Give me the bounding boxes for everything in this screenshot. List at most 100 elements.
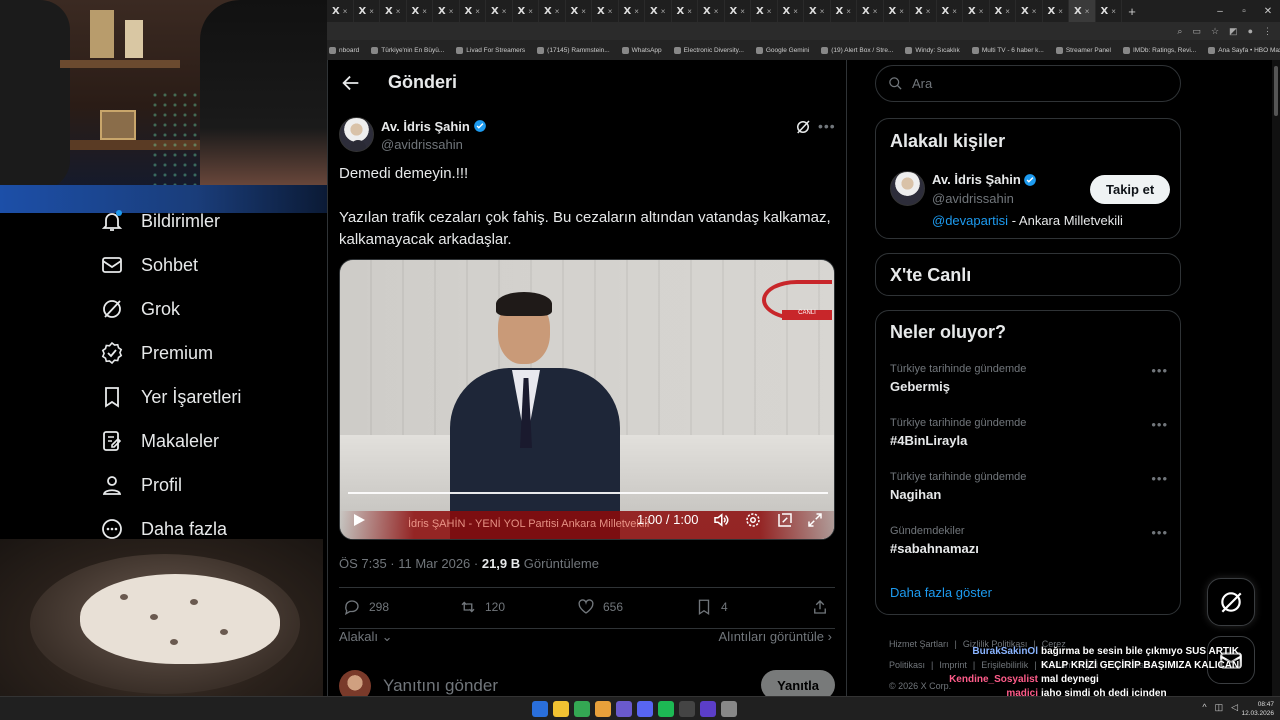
settings-gear-icon[interactable] (744, 511, 762, 529)
close-tab-icon[interactable]: × (528, 7, 533, 16)
chevron-up-icon[interactable]: ^ (1202, 702, 1206, 713)
browser-tab[interactable]: X × (380, 0, 407, 22)
reply-submit-button[interactable]: Yanıtla (761, 670, 835, 696)
browser-tab[interactable]: X × (460, 0, 486, 22)
browser-tab[interactable]: X × (1016, 0, 1043, 22)
browser-tab[interactable]: X × (566, 0, 592, 22)
live-card[interactable]: X'te Canlı (875, 253, 1181, 296)
browser-tab[interactable]: X × (513, 0, 539, 22)
grok-icon[interactable] (794, 118, 812, 136)
sidebar-item-notifications[interactable]: Bildirimler (100, 206, 220, 236)
extension-icon[interactable]: ◩ (1229, 26, 1238, 37)
streaming-app-icon[interactable] (700, 701, 716, 717)
trend-item[interactable]: Türkiye tarihinde gündemde Gebermiş ••• (890, 363, 1168, 394)
close-tab-icon[interactable]: × (343, 7, 348, 16)
more-options-icon[interactable]: ••• (1151, 471, 1168, 486)
bookmark-item[interactable]: Multi TV - 6 haber k... (971, 46, 1044, 54)
close-tab-icon[interactable]: × (926, 7, 931, 16)
close-tab-icon[interactable]: × (608, 7, 613, 16)
browser-tab[interactable]: X × (354, 0, 380, 22)
close-tab-icon[interactable]: × (396, 7, 401, 16)
browser-menu-icon[interactable]: ⋮ (1263, 26, 1272, 37)
browser-tab[interactable]: X × (539, 0, 566, 22)
close-tab-icon[interactable]: × (475, 7, 480, 16)
browser-tab[interactable]: X × (937, 0, 963, 22)
close-tab-icon[interactable]: × (502, 7, 507, 16)
close-tab-icon[interactable]: × (1058, 7, 1063, 16)
trend-item[interactable]: Türkiye tarihinde gündemde Nagihan ••• (890, 471, 1168, 502)
browser-tab[interactable]: X × (910, 0, 937, 22)
browser-tab[interactable]: X × (1096, 0, 1122, 22)
close-tab-icon[interactable]: × (1005, 7, 1010, 16)
close-tab-icon[interactable]: × (820, 7, 825, 16)
sidebar-item-chat[interactable]: Sohbet (100, 250, 198, 280)
bookmark-item[interactable]: Streamer Panel (1055, 46, 1111, 54)
app-icon[interactable] (595, 701, 611, 717)
system-clock[interactable]: 08:47 12.03.2026 (1241, 700, 1274, 718)
close-tab-icon[interactable]: × (449, 7, 454, 16)
close-tab-icon[interactable]: × (1111, 7, 1116, 16)
app-icon[interactable] (721, 701, 737, 717)
bookmark-item[interactable]: Ana Sayfa • HBO Max (1208, 46, 1280, 54)
more-options-icon[interactable]: ••• (1151, 525, 1168, 540)
more-options-icon[interactable]: ••• (818, 118, 836, 134)
bookmark-item[interactable]: Livad For Streamers (456, 46, 525, 54)
bookmark-item[interactable]: (17145) Rammstein... (537, 46, 610, 54)
browser-tab[interactable]: X × (831, 0, 857, 22)
steam-icon[interactable] (616, 701, 632, 717)
browser-tab[interactable]: X × (619, 0, 645, 22)
browser-tab[interactable]: X × (751, 0, 778, 22)
browser-tab[interactable]: X × (990, 0, 1016, 22)
reply-button[interactable]: 298 (343, 598, 389, 616)
browser-tab[interactable]: X × (698, 0, 725, 22)
close-tab-icon[interactable]: × (714, 7, 719, 16)
close-tab-icon[interactable]: × (1085, 7, 1090, 16)
browser-tab[interactable]: X × (433, 0, 460, 22)
related-avatar[interactable] (890, 171, 925, 206)
network-icon[interactable]: ◫ (1215, 702, 1224, 713)
file-explorer-icon[interactable] (574, 701, 590, 717)
sidebar-item-premium[interactable]: Premium (100, 338, 213, 368)
close-tab-icon[interactable]: × (422, 7, 427, 16)
bookmark-item[interactable]: WhatsApp (621, 46, 662, 54)
bookmark-item[interactable]: (19) Alert Box / Stre... (821, 46, 893, 54)
epic-icon[interactable] (679, 701, 695, 717)
video-progress-bar[interactable] (348, 492, 828, 494)
browser-tab[interactable]: X × (778, 0, 804, 22)
new-tab-button[interactable]: + (1122, 4, 1142, 19)
close-tab-icon[interactable]: × (767, 7, 772, 16)
view-quotes-link[interactable]: Alıntıları görüntüle › (719, 629, 832, 644)
close-tab-icon[interactable]: × (793, 7, 798, 16)
reply-sort-dropdown[interactable]: Alakalı ⌄ (339, 629, 393, 645)
author-avatar[interactable] (339, 117, 374, 152)
bookmark-item[interactable]: Electronic Diversity... (673, 46, 744, 54)
post-timestamp[interactable]: ÖS 7:35 · 11 Mar 2026 · (339, 556, 482, 571)
sidebar-item-profile[interactable]: Profil (100, 470, 182, 500)
maximize-icon[interactable]: ▫ (1232, 6, 1256, 17)
trend-item[interactable]: Türkiye tarihinde gündemde #4BinLirayla … (890, 417, 1168, 448)
browser-tab[interactable]: X × (645, 0, 672, 22)
browser-tab[interactable]: X × (672, 0, 698, 22)
browser-tab[interactable]: X × (804, 0, 831, 22)
bookmark-item[interactable]: Windy: Sıcaklık (905, 46, 960, 54)
related-handle[interactable]: @avidrissahin (932, 191, 1014, 206)
star-icon[interactable]: ☆ (1211, 26, 1219, 37)
bookmark-item[interactable]: IMDb: Ratings, Revi... (1123, 46, 1196, 54)
browser-tab[interactable]: X × (592, 0, 619, 22)
bookmark-button[interactable]: 4 (695, 598, 728, 616)
browser-tab[interactable]: X × (857, 0, 884, 22)
sidebar-item-grok[interactable]: Grok (100, 294, 180, 324)
browser-tab[interactable]: X × (725, 0, 751, 22)
browser-tab[interactable]: X × (884, 0, 910, 22)
related-name[interactable]: Av. İdris Şahin (932, 172, 1021, 187)
close-tab-icon[interactable]: × (369, 7, 374, 16)
share-button[interactable] (811, 598, 829, 616)
close-tab-icon[interactable]: × (1032, 7, 1037, 16)
post-video[interactable]: CANLI İdris ŞAHİN - YENİ YOL Partisi Ank… (339, 259, 835, 540)
volume-icon[interactable] (712, 511, 730, 529)
bookmark-item[interactable]: Türkiye'nin En Büyü... (371, 46, 444, 54)
back-arrow-icon[interactable] (340, 72, 362, 94)
close-tab-icon[interactable]: × (740, 7, 745, 16)
close-icon[interactable]: ✕ (1256, 6, 1280, 17)
close-tab-icon[interactable]: × (846, 7, 851, 16)
